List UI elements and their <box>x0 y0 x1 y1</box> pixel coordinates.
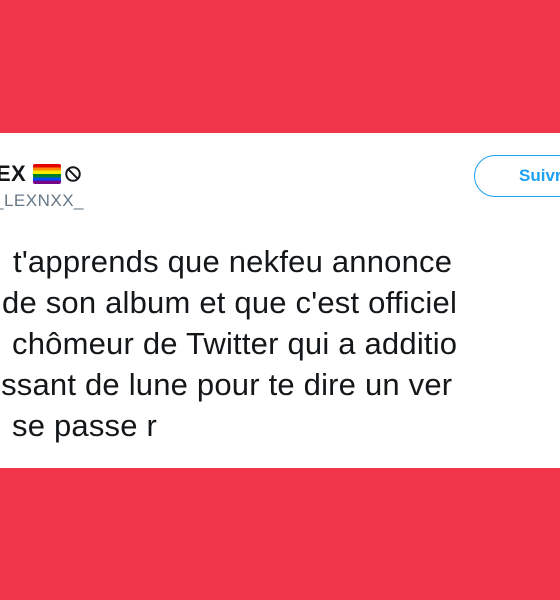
tweet-card: EX _LEXNXX_ Suivr t'apprends que nekfeu … <box>0 133 560 468</box>
tweet-text-line: se passe r <box>12 408 158 443</box>
display-name[interactable]: EX <box>0 161 26 187</box>
tweet-text-line: issant de lune pour te dire un ver <box>0 367 453 402</box>
rainbow-flag-icon <box>32 164 61 184</box>
tweet-text: t'apprends que nekfeu annonce de son alb… <box>0 241 560 446</box>
tweet-text-line: de son album et que c'est officiel <box>2 285 458 320</box>
no-entry-icon <box>65 166 81 182</box>
tweet-text-line: chômeur de Twitter qui a additio <box>12 326 458 361</box>
author-row: EX <box>0 159 82 189</box>
follow-button[interactable]: Suivr <box>474 155 560 197</box>
tweet-text-line: t'apprends que nekfeu annonce <box>13 244 453 279</box>
user-handle[interactable]: _LEXNXX_ <box>0 191 84 211</box>
